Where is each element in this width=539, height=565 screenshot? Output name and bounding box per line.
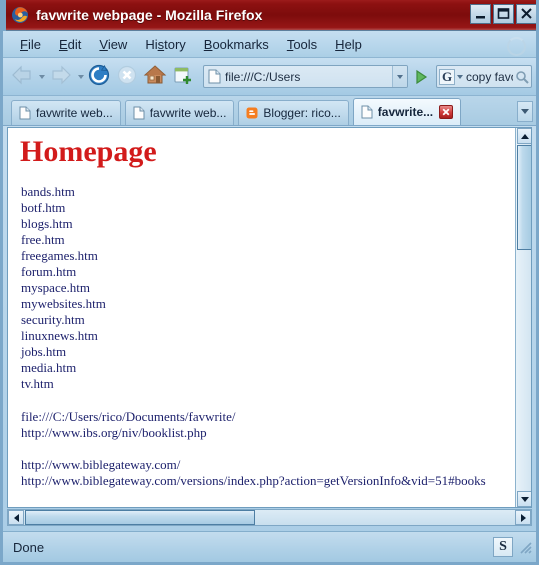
list-item[interactable]: http://www.ibs.org/niv/booklist.php: [21, 425, 508, 441]
window-controls: [470, 4, 536, 24]
close-button[interactable]: [516, 4, 536, 24]
stop-icon[interactable]: [114, 62, 140, 91]
tab-favwrite-active[interactable]: favwrite...: [352, 98, 462, 125]
page-favicon: [208, 69, 221, 84]
magnifier-icon: [513, 70, 531, 84]
menu-bar: File Edit View History Bookmarks Tools H…: [3, 31, 536, 58]
list-item[interactable]: jobs.htm: [21, 344, 508, 360]
tab-favwrite-1[interactable]: favwrite web...: [11, 100, 121, 125]
tab-strip: favwrite web... favwrite web... Blogger:…: [3, 96, 536, 126]
list-item[interactable]: free.htm: [21, 232, 508, 248]
stumbleupon-icon[interactable]: S: [493, 537, 513, 557]
page-favicon: [19, 106, 31, 120]
list-item[interactable]: bands.htm: [21, 184, 508, 200]
link-list: bands.htm botf.htm blogs.htm free.htm fr…: [21, 184, 508, 392]
blogger-icon: [246, 106, 258, 120]
go-arrow-icon[interactable]: [410, 65, 431, 88]
vertical-scrollbar-thumb[interactable]: [517, 145, 531, 250]
scroll-up-icon[interactable]: [517, 128, 531, 144]
maximize-button[interactable]: [493, 4, 514, 24]
home-icon[interactable]: [142, 62, 168, 91]
tab-list-chevron-icon[interactable]: [517, 101, 533, 122]
menu-item-tools[interactable]: Tools: [278, 35, 326, 54]
scroll-left-icon[interactable]: [8, 510, 24, 525]
list-item[interactable]: myspace.htm: [21, 280, 508, 296]
horizontal-scrollbar-thumb[interactable]: [25, 510, 255, 525]
list-item[interactable]: file:///C:/Users/rico/Documents/favwrite…: [21, 409, 508, 425]
new-page-icon[interactable]: [170, 62, 196, 91]
scroll-down-icon[interactable]: [517, 491, 531, 507]
reload-icon[interactable]: [86, 62, 112, 91]
google-search-engine-icon[interactable]: G: [439, 68, 455, 85]
list-item[interactable]: security.htm: [21, 312, 508, 328]
list-item[interactable]: http://www.biblegateway.com/versions/ind…: [21, 473, 508, 489]
window-title: favwrite webpage - Mozilla Firefox: [36, 7, 263, 23]
tab-label: favwrite...: [377, 105, 434, 119]
status-text: Done: [13, 539, 45, 555]
close-tab-icon[interactable]: [439, 105, 454, 119]
list-item[interactable]: http://www.biblegateway.com/: [21, 457, 508, 473]
horizontal-scrollbar[interactable]: [7, 509, 532, 526]
list-item[interactable]: freegames.htm: [21, 248, 508, 264]
tab-label: favwrite web...: [36, 106, 113, 120]
browser-window: favwrite webpage - Mozilla Firefox File …: [0, 0, 539, 565]
search-input[interactable]: copy favo: [464, 70, 513, 84]
title-bar-left-edge: [3, 0, 6, 31]
list-item[interactable]: botf.htm: [21, 200, 508, 216]
web-page-content: Homepage bands.htm botf.htm blogs.htm fr…: [8, 128, 516, 507]
title-bar: favwrite webpage - Mozilla Firefox: [3, 0, 536, 31]
menu-item-edit[interactable]: Edit: [50, 35, 90, 54]
menu-item-help[interactable]: Help: [326, 35, 371, 54]
tab-blogger[interactable]: Blogger: rico...: [238, 100, 349, 125]
forward-history-chevron-icon[interactable]: [76, 64, 85, 90]
search-bar[interactable]: G copy favo: [436, 65, 532, 88]
loading-spinner-icon: [507, 37, 526, 56]
tab-favwrite-2[interactable]: favwrite web...: [124, 100, 235, 125]
vertical-scrollbar[interactable]: [515, 128, 531, 507]
list-item[interactable]: linuxnews.htm: [21, 328, 508, 344]
menu-item-bookmarks[interactable]: Bookmarks: [195, 35, 278, 54]
list-item[interactable]: forum.htm: [21, 264, 508, 280]
firefox-logo-icon: [11, 6, 29, 24]
list-item[interactable]: tv.htm: [21, 376, 508, 392]
page-favicon: [361, 105, 373, 119]
list-item[interactable]: blogs.htm: [21, 216, 508, 232]
menu-item-file[interactable]: File: [11, 35, 50, 54]
url-list: file:///C:/Users/rico/Documents/favwrite…: [21, 409, 508, 489]
page-favicon: [133, 106, 145, 120]
menu-item-history[interactable]: History: [136, 35, 194, 54]
address-input[interactable]: file:///C:/Users: [225, 70, 392, 84]
minimize-button[interactable]: [470, 4, 491, 24]
tab-label: favwrite web...: [149, 106, 227, 120]
menu-item-view[interactable]: View: [90, 35, 136, 54]
scroll-right-icon[interactable]: [515, 510, 531, 525]
page-viewport: Homepage bands.htm botf.htm blogs.htm fr…: [7, 127, 532, 508]
list-item[interactable]: media.htm: [21, 360, 508, 376]
chevron-down-icon[interactable]: [392, 66, 407, 87]
search-engine-chevron-icon[interactable]: [455, 75, 464, 79]
back-arrow-icon[interactable]: [8, 62, 36, 91]
back-history-chevron-icon[interactable]: [37, 64, 46, 90]
navigation-toolbar: file:///C:/Users G copy favo: [3, 58, 536, 96]
resize-grip-icon[interactable]: [517, 539, 533, 555]
forward-arrow-icon[interactable]: [47, 62, 75, 91]
status-bar: Done S: [3, 531, 536, 562]
address-bar[interactable]: file:///C:/Users: [203, 65, 408, 88]
tab-label: Blogger: rico...: [263, 106, 341, 120]
page-title: Homepage: [20, 135, 157, 168]
list-item[interactable]: mywebsites.htm: [21, 296, 508, 312]
